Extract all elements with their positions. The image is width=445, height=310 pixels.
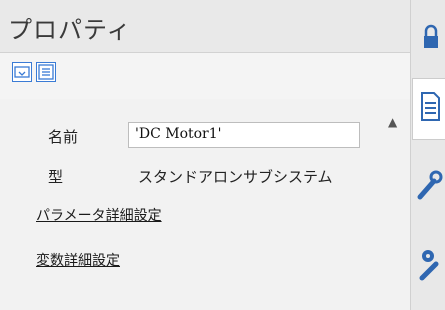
tab-lock[interactable] xyxy=(412,10,445,70)
name-input[interactable]: 'DC Motor1' xyxy=(128,122,360,148)
tab-settings-wrench[interactable] xyxy=(412,230,445,290)
panel-title: プロパティ xyxy=(8,16,132,44)
type-value: スタンドアロンサブシステム xyxy=(138,168,333,186)
wrench-icon xyxy=(417,170,443,200)
properties-panel: プロパティ 名前 'DC Motor1' 型 スタンドアロンサブシステム パラメ… xyxy=(0,0,410,310)
variable-detail-link[interactable]: 変数詳細設定 xyxy=(36,250,120,270)
type-label: 型 xyxy=(48,168,64,186)
category-view-icon xyxy=(14,66,30,78)
list-view-button[interactable] xyxy=(36,62,56,82)
list-view-icon xyxy=(38,64,54,80)
scroll-up-arrow-icon[interactable]: ▲ xyxy=(388,115,397,129)
name-label: 名前 xyxy=(48,128,79,146)
lock-icon xyxy=(424,24,438,48)
settings-wrench-icon xyxy=(419,250,439,281)
category-view-button[interactable] xyxy=(12,62,32,82)
tab-document[interactable] xyxy=(412,78,445,140)
tab-wrench[interactable] xyxy=(412,155,445,215)
document-icon xyxy=(421,92,440,121)
panel-toolbar xyxy=(0,53,410,99)
parameter-detail-link[interactable]: パラメータ詳細設定 xyxy=(36,205,162,225)
panel-header: プロパティ xyxy=(0,0,410,53)
